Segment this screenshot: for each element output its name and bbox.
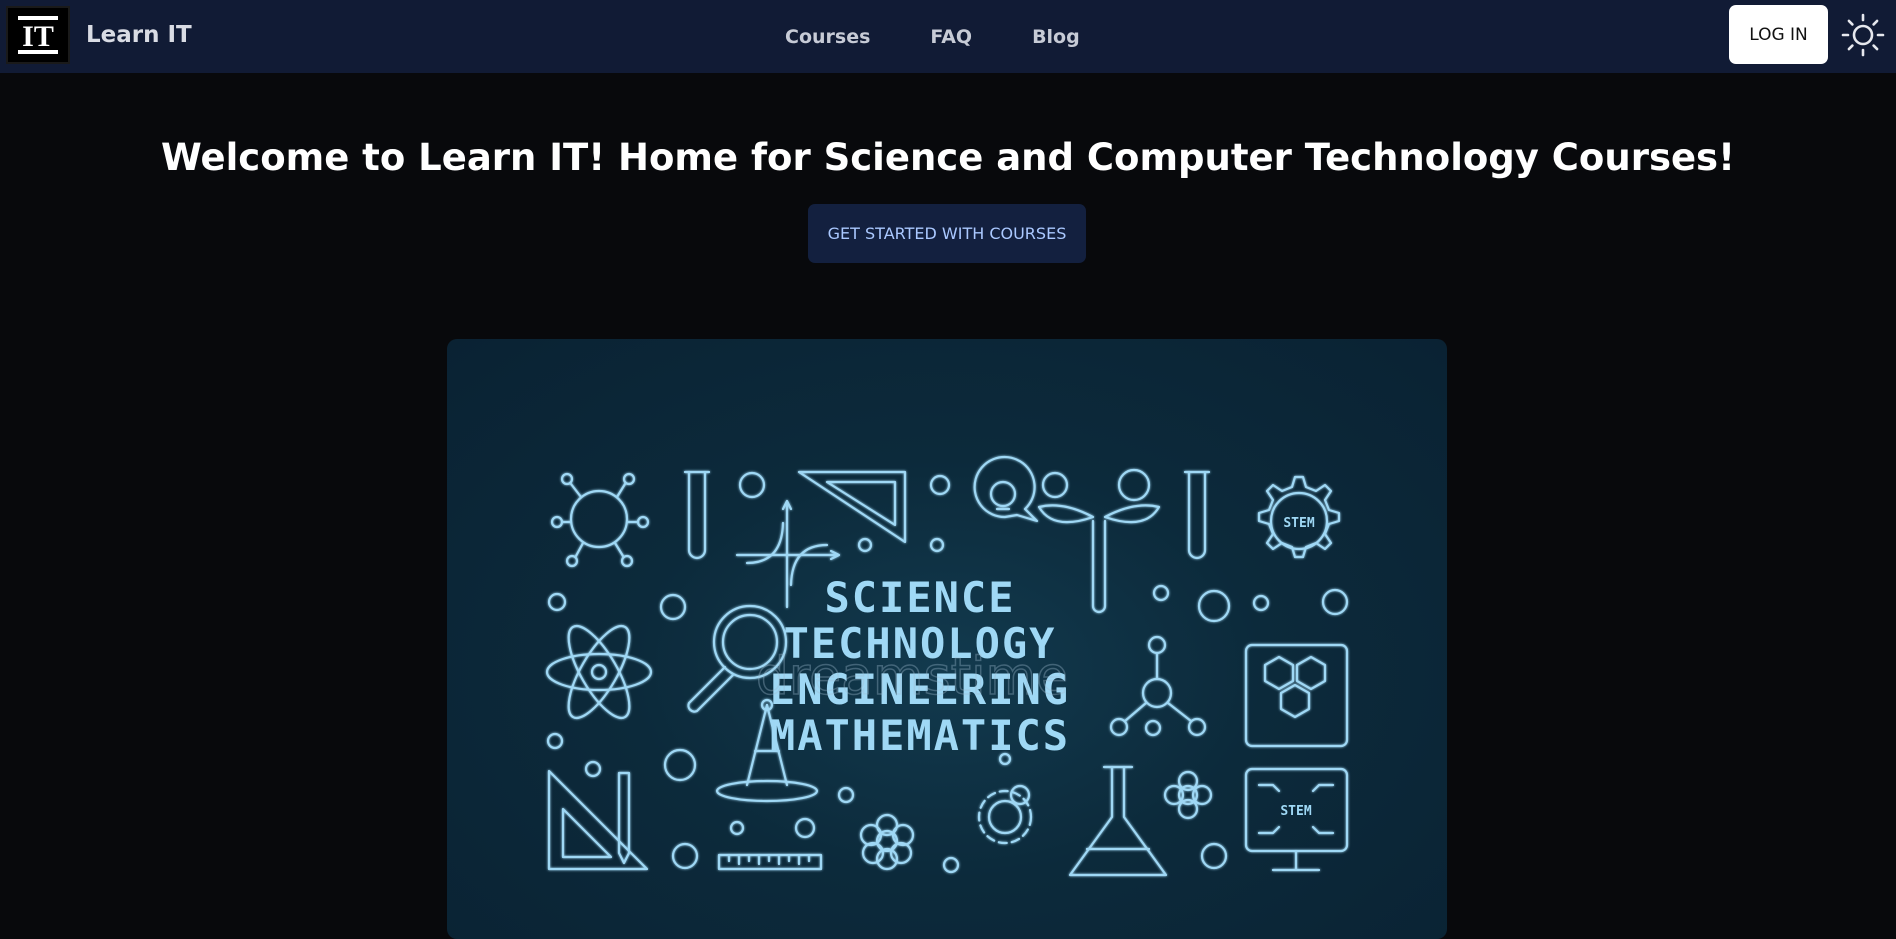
stem-illustration: SCIENCE TECHNOLOGY ENGINEERING MATHEMATI… [545, 455, 1349, 877]
banner-line-science: SCIENCE [824, 573, 1015, 622]
triangle-ruler-icon [797, 470, 907, 544]
atom-icon [545, 624, 653, 720]
lightbulb-icon [973, 455, 1039, 523]
sun-icon[interactable] [1840, 12, 1886, 58]
flask-icon [1068, 765, 1168, 877]
nav-links: Courses FAQ Blog [785, 0, 1140, 73]
hero-title: Welcome to Learn IT! Home for Science an… [161, 136, 1735, 179]
brand-home-link[interactable]: IT Learn IT [6, 6, 192, 64]
nav-link-blog[interactable]: Blog [1032, 26, 1080, 48]
brand-name: Learn IT [86, 22, 192, 48]
monitor-stem-label: STEM [1280, 804, 1311, 819]
branched-molecule-icon [1109, 635, 1207, 737]
cluster-icon [859, 813, 915, 871]
gear-stem-label: STEM [1283, 516, 1314, 531]
molecule-icon [550, 472, 650, 568]
logo-text: IT [22, 20, 54, 53]
plant-icon [1037, 504, 1161, 614]
hexagon-structure-icon [1244, 643, 1349, 748]
test-tube-right-icon [1183, 470, 1211, 560]
ruler-icon [717, 853, 823, 871]
get-started-button[interactable]: GET STARTED WITH COURSES [808, 204, 1086, 263]
nav-link-faq[interactable]: FAQ [930, 26, 972, 48]
set-square-icon [547, 769, 649, 871]
monitor-icon [1244, 767, 1349, 872]
top-navbar: IT Learn IT Courses FAQ Blog LOG IN [0, 0, 1896, 73]
it-logo-icon: IT [6, 6, 70, 64]
stem-banner-image: SCIENCE TECHNOLOGY ENGINEERING MATHEMATI… [447, 339, 1447, 939]
nav-link-courses[interactable]: Courses [785, 26, 870, 48]
watermark: dreamstime [756, 647, 1068, 707]
small-gear-icon [977, 789, 1033, 845]
test-tube-icon [683, 470, 711, 560]
flower-atom-icon [1163, 770, 1213, 820]
banner-line-mathematics: MATHEMATICS [770, 711, 1070, 760]
login-button[interactable]: LOG IN [1729, 5, 1828, 64]
